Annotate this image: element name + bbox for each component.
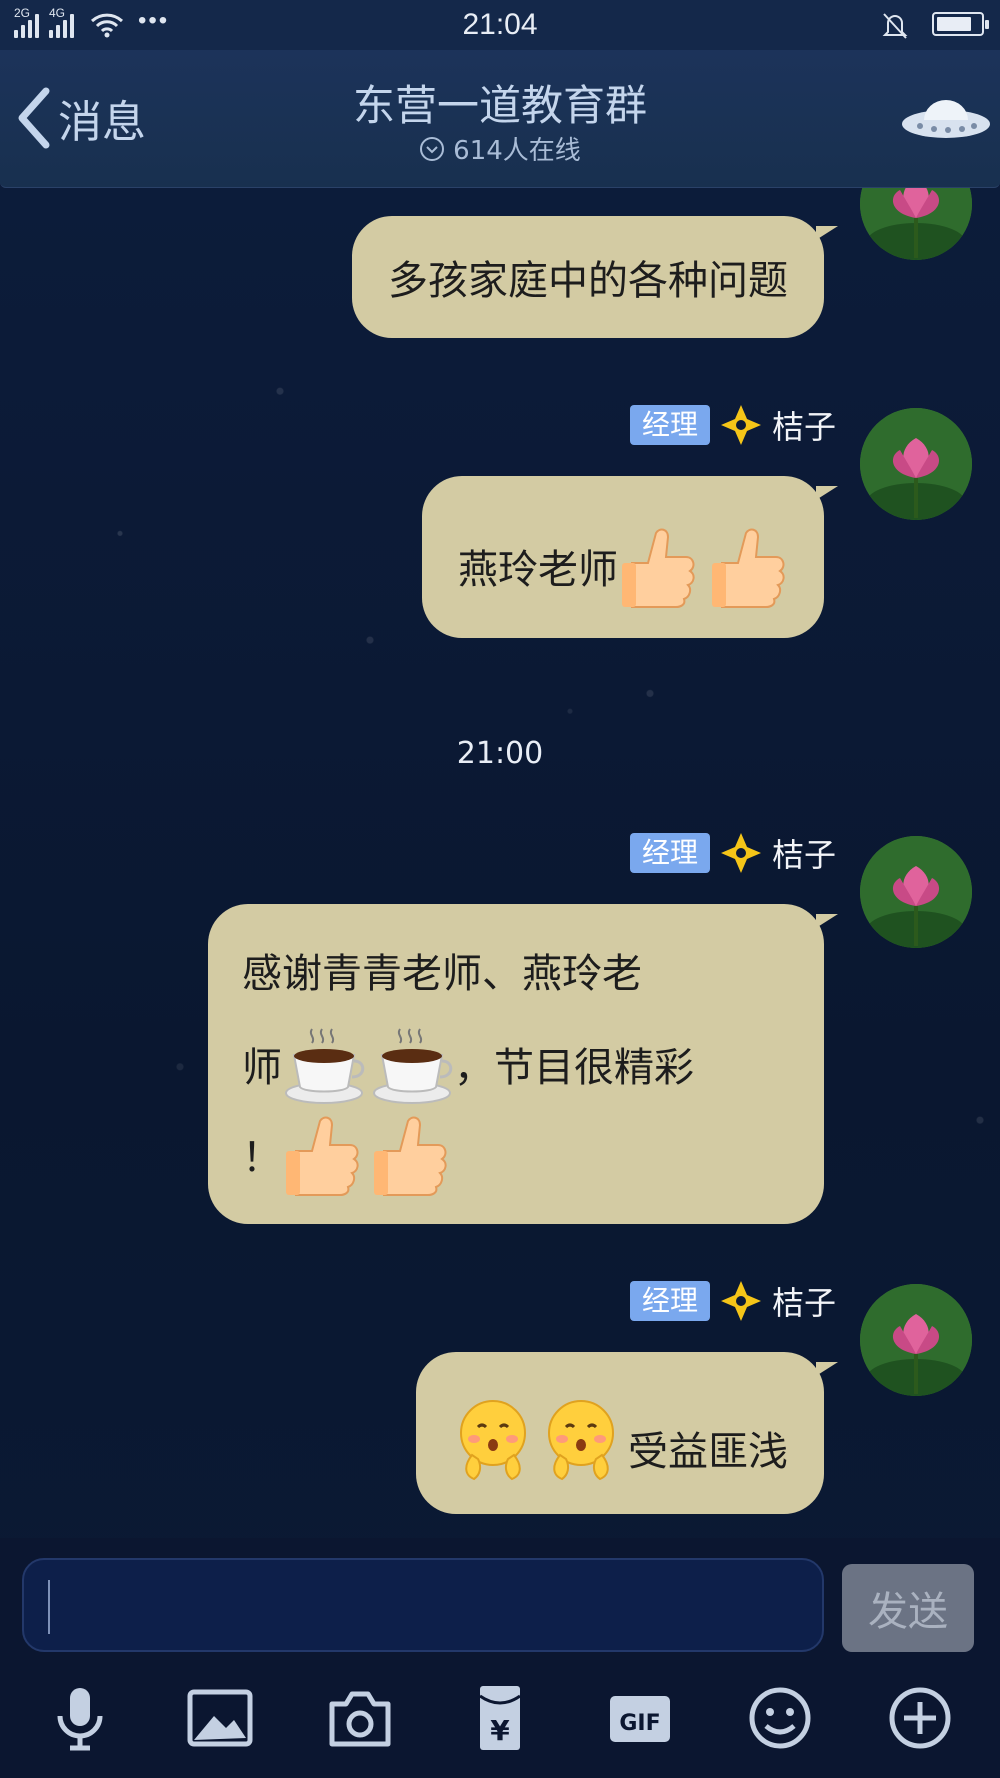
avatar[interactable] (860, 188, 972, 260)
role-badge: 经理 (629, 1281, 710, 1321)
role-badge: 经理 (629, 833, 710, 873)
message-bubble[interactable]: 燕玲老师 (422, 476, 838, 638)
message-text: ！ (242, 1135, 282, 1181)
input-toolbar: ¥ GIF (0, 1658, 1000, 1778)
message-line: ！ (242, 1109, 450, 1199)
message-line: 感谢青青老师、燕玲老 (242, 951, 642, 997)
svg-text:¥: ¥ (490, 1714, 510, 1747)
thumbs-up-icon (622, 528, 695, 608)
text-caret (48, 1580, 50, 1634)
diamond-rank-icon (720, 833, 761, 873)
diamond-rank-icon (720, 405, 761, 445)
message-input[interactable] (22, 1558, 824, 1652)
more-button[interactable] (880, 1678, 960, 1758)
camera-button[interactable] (320, 1678, 400, 1758)
message-item: 经理 桔子 多孩家庭中的各种问题 (0, 188, 1000, 348)
voice-button[interactable] (40, 1678, 120, 1758)
message-bubble[interactable]: 受益匪浅 (416, 1352, 838, 1514)
send-button[interactable]: 发送 (842, 1564, 974, 1652)
avatar[interactable] (860, 836, 972, 948)
status-bar: 2G 4G ••• 21:04 (0, 0, 1000, 50)
message-text: 师 (242, 1045, 282, 1091)
battery-icon (932, 12, 989, 36)
chat-area[interactable]: 经理 桔子 多孩家庭中的各种问题 经理 桔子 燕玲老师 21:00 经理 (0, 188, 1000, 1538)
muted-bell-icon (882, 13, 908, 39)
sender-name: 桔子 (771, 408, 836, 446)
sender-row: 经理 桔子 (629, 404, 836, 446)
sender-row: 经理 桔子 (629, 1280, 836, 1322)
emoji-button[interactable] (740, 1678, 820, 1758)
coffee-cup-icon (373, 1028, 453, 1104)
message-item: 经理 桔子 受益匪浅 (0, 1281, 1000, 1514)
message-bubble[interactable]: 多孩家庭中的各种问题 (352, 216, 838, 338)
emoji-icon (749, 1687, 811, 1749)
image-button[interactable] (180, 1678, 260, 1758)
plus-icon (889, 1687, 951, 1749)
praying-face-icon (548, 1400, 614, 1481)
sender-name: 桔子 (771, 836, 836, 874)
group-title[interactable]: 东营一道教育群 (0, 72, 1000, 133)
gif-button[interactable]: GIF (600, 1678, 680, 1758)
message-item: 经理 桔子 感谢青青老师、燕玲老 师 ，节目很精彩 ！ (0, 833, 1000, 1224)
message-line: 师 ，节目很精彩 (242, 1019, 694, 1109)
ufo-icon[interactable] (898, 88, 994, 148)
svg-text:GIF: GIF (619, 1711, 660, 1736)
red-packet-icon: ¥ (479, 1686, 521, 1750)
message-text: 受益匪浅 (628, 1429, 788, 1475)
gif-icon: GIF (610, 1696, 670, 1742)
message-text: ，节目很精彩 (454, 1045, 694, 1091)
thumbs-up-icon (374, 1116, 447, 1196)
avatar[interactable] (860, 408, 972, 520)
diamond-rank-icon (720, 1281, 761, 1321)
coffee-cup-icon (285, 1028, 365, 1104)
online-label: 614人在线 (453, 136, 581, 166)
sender-row: 经理 桔子 (629, 832, 836, 874)
thumbs-up-icon (712, 528, 785, 608)
message-text: 多孩家庭中的各种问题 (388, 258, 788, 304)
online-count[interactable]: 614人在线 (0, 130, 1000, 167)
avatar[interactable] (860, 1284, 972, 1396)
message-bubble[interactable]: 感谢青青老师、燕玲老 师 ，节目很精彩 ！ (208, 904, 838, 1224)
message-item: 经理 桔子 燕玲老师 (0, 405, 1000, 638)
chat-header: 消息 东营一道教育群 614人在线 (0, 50, 1000, 188)
status-time: 21:04 (462, 8, 538, 41)
timestamp: 21:00 (456, 736, 544, 771)
input-bar: 发送 (0, 1538, 1000, 1658)
role-badge: 经理 (629, 405, 710, 445)
praying-face-icon (460, 1400, 526, 1481)
image-icon (187, 1689, 253, 1747)
red-packet-button[interactable]: ¥ (460, 1678, 540, 1758)
camera-icon (329, 1691, 391, 1747)
chevron-circle-down-icon (420, 136, 445, 161)
message-text: 燕玲老师 (458, 547, 618, 593)
sender-name: 桔子 (771, 1284, 836, 1322)
microphone-icon (57, 1688, 103, 1751)
thumbs-up-icon (286, 1116, 359, 1196)
